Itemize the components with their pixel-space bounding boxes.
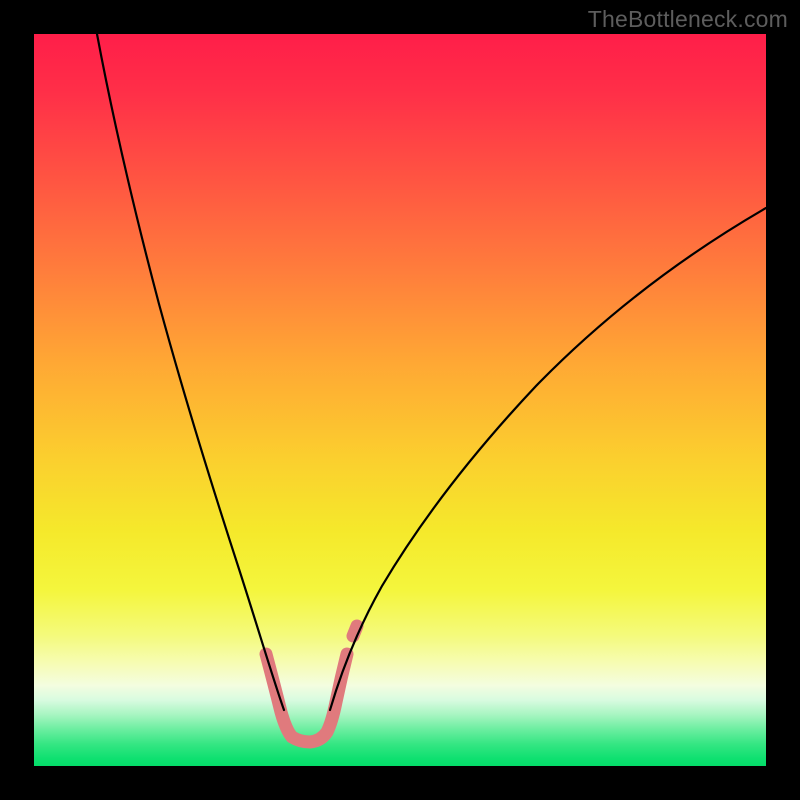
chart-frame: TheBottleneck.com (0, 0, 800, 800)
plot-area (34, 34, 766, 766)
left-branch-path (97, 34, 284, 710)
watermark-text: TheBottleneck.com (588, 6, 788, 33)
highlight-dot-upper-right (353, 626, 357, 636)
valley-highlight-path (266, 654, 347, 742)
curve-layer (34, 34, 766, 766)
right-branch-path (330, 208, 766, 710)
